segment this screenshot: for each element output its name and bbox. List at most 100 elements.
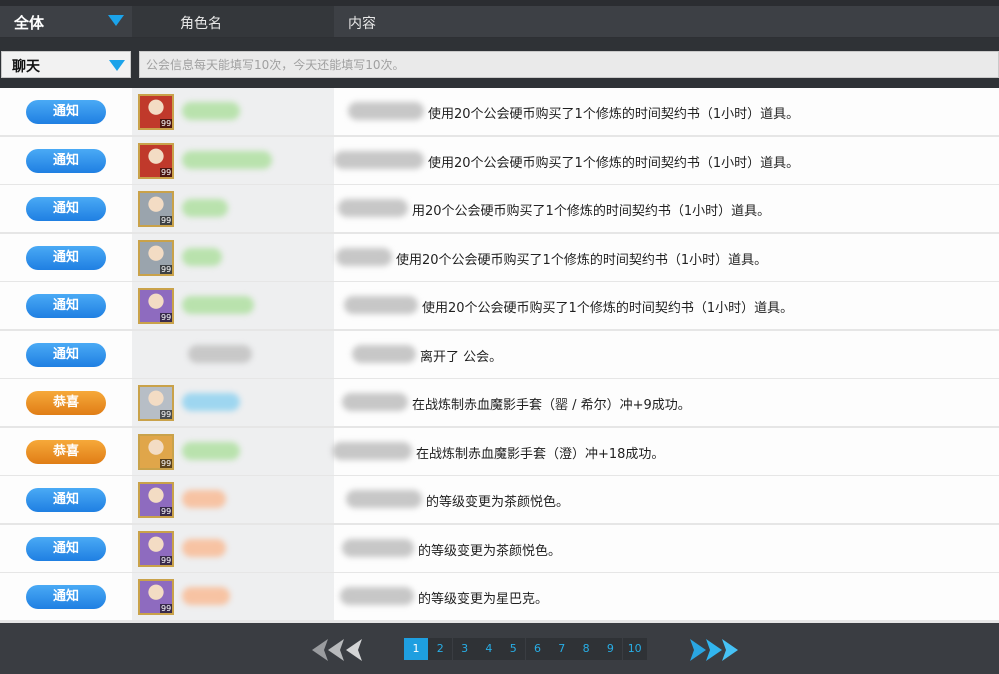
notice-badge: 通知	[26, 536, 106, 561]
type-cell: 通知	[0, 573, 132, 620]
name-cell: 99	[132, 282, 334, 329]
separator	[0, 38, 999, 50]
table-row: 通知 99 用20个公会硬币购买了1个修炼的时间契约书（1小时）道具。	[0, 185, 999, 232]
content-cell: 在战炼制赤血魔影手套（澄）冲+18成功。	[332, 428, 999, 475]
character-level: 99	[160, 410, 172, 419]
character-name-redacted[interactable]	[182, 393, 240, 411]
type-cell: 恭喜	[0, 428, 132, 475]
message-text: 使用20个公会硬币购买了1个修炼的时间契约书（1小时）道具。	[396, 252, 768, 268]
congrats-badge: 恭喜	[26, 391, 106, 415]
table-row: 恭喜 99 在战炼制赤血魔影手套（澄）冲+18成功。	[0, 427, 999, 475]
guild-message-input[interactable]	[139, 51, 999, 78]
content-cell: 使用20个公会硬币购买了1个修炼的时间契约书（1小时）道具。	[334, 137, 999, 184]
notice-badge: 通知	[26, 197, 106, 221]
character-avatar[interactable]: 99	[138, 433, 174, 470]
character-name-redacted[interactable]	[182, 247, 222, 266]
character-avatar[interactable]: 99	[138, 142, 174, 179]
notice-badge: 通知	[26, 585, 106, 609]
table-row: 通知 99 使用20个公会硬币购买了1个修炼的时间契约书（1小时）道具。	[0, 282, 999, 329]
content-cell: 的等级变更为星巴克。	[334, 573, 999, 620]
character-avatar[interactable]: 99	[138, 482, 174, 518]
player-name-redacted	[332, 441, 412, 460]
page-7-button[interactable]: 7	[549, 638, 574, 660]
name-cell: 99	[132, 427, 334, 475]
player-name-redacted	[334, 150, 424, 169]
message-text: 的等级变更为茶颜悦色。	[426, 495, 570, 510]
table-header: 全体 角色名 内容	[0, 6, 999, 38]
character-name-redacted[interactable]	[182, 441, 240, 460]
prev-page-icon[interactable]	[312, 639, 370, 661]
name-cell: 99	[132, 88, 334, 135]
content-cell: 使用20个公会硬币购买了1个修炼的时间契约书（1小时）道具。	[334, 88, 999, 135]
character-avatar[interactable]: 99	[138, 94, 174, 130]
table-row: 通知 99 使用20个公会硬币购买了1个修炼的时间契约书（1小时）道具。	[0, 136, 999, 184]
character-avatar[interactable]: 99	[138, 239, 174, 276]
type-filter-dropdown[interactable]: 全体	[0, 6, 132, 37]
character-name-redacted[interactable]	[188, 344, 252, 363]
character-level: 99	[160, 216, 172, 225]
type-cell: 通知	[0, 282, 132, 329]
character-name-redacted[interactable]	[182, 538, 226, 557]
type-cell: 通知	[0, 476, 132, 523]
character-name-redacted[interactable]	[182, 199, 228, 217]
character-name-redacted[interactable]	[182, 150, 272, 169]
page-9-button[interactable]: 9	[598, 638, 623, 660]
page-3-button[interactable]: 3	[452, 638, 477, 660]
notice-badge: 通知	[26, 342, 106, 367]
table-row: 通知 99 的等级变更为茶颜悦色。	[0, 524, 999, 572]
content-cell: 的等级变更为茶颜悦色。	[334, 476, 999, 523]
character-name-redacted[interactable]	[182, 296, 254, 314]
content-cell: 使用20个公会硬币购买了1个修炼的时间契约书（1小时）道具。	[334, 282, 999, 329]
player-name-redacted	[336, 247, 392, 266]
page-1-button[interactable]: 1	[404, 638, 428, 660]
notice-badge: 通知	[26, 100, 106, 124]
type-cell: 通知	[0, 88, 132, 135]
channel-label: 聊天	[12, 59, 40, 75]
channel-dropdown[interactable]: 聊天	[1, 51, 131, 78]
character-avatar[interactable]: 99	[138, 530, 174, 567]
character-avatar[interactable]: 99	[138, 288, 174, 324]
character-level: 99	[160, 167, 172, 177]
message-list: 通知 99 使用20个公会硬币购买了1个修炼的时间契约书（1小时）道具。 通知 99 使用…	[0, 88, 999, 623]
chat-bar: 聊天	[0, 50, 999, 80]
page-5-button[interactable]: 5	[501, 638, 526, 660]
type-cell: 通知	[0, 234, 132, 281]
next-page-icon[interactable]	[686, 639, 744, 661]
player-name-redacted	[346, 490, 422, 508]
page-8-button[interactable]: 8	[574, 638, 599, 660]
page-10-button[interactable]: 10	[622, 638, 647, 660]
pagination: 1 2 3 4 5 6 7 8 9 10	[0, 623, 999, 674]
message-text: 在战炼制赤血魔影手套（罂 / 希尔）冲+9成功。	[412, 398, 691, 413]
notice-badge: 通知	[26, 294, 106, 318]
player-name-redacted	[352, 344, 416, 363]
notice-badge: 通知	[26, 488, 106, 512]
character-avatar[interactable]: 99	[138, 385, 174, 421]
character-level: 99	[160, 604, 172, 613]
table-row: 通知 99 的等级变更为星巴克。	[0, 573, 999, 620]
content-cell: 的等级变更为茶颜悦色。	[334, 525, 999, 572]
character-avatar[interactable]: 99	[138, 191, 174, 227]
name-cell: 99	[132, 524, 334, 572]
name-cell: 99	[132, 379, 334, 426]
message-text: 使用20个公会硬币购买了1个修炼的时间契约书（1小时）道具。	[422, 301, 794, 316]
page-4-button[interactable]: 4	[476, 638, 501, 660]
character-avatar[interactable]: 99	[138, 579, 174, 615]
character-name-redacted[interactable]	[182, 490, 226, 508]
player-name-redacted	[342, 393, 408, 411]
column-header-content: 内容	[334, 6, 999, 37]
congrats-badge: 恭喜	[26, 439, 106, 464]
page-6-button[interactable]: 6	[525, 638, 550, 660]
column-header-name: 角色名	[132, 6, 334, 37]
message-text: 的等级变更为茶颜悦色。	[418, 543, 562, 559]
character-name-redacted[interactable]	[182, 587, 230, 605]
content-cell: 离开了 公会。	[334, 331, 999, 378]
character-name-redacted[interactable]	[182, 102, 240, 120]
type-cell: 通知	[0, 525, 132, 572]
page-2-button[interactable]: 2	[428, 638, 453, 660]
dropdown-arrow-icon	[108, 15, 124, 26]
table-row: 通知 离开了 公会。	[0, 330, 999, 378]
player-name-redacted	[342, 538, 414, 557]
table-row: 恭喜 99 在战炼制赤血魔影手套（罂 / 希尔）冲+9成功。	[0, 379, 999, 426]
type-cell: 恭喜	[0, 379, 132, 426]
column-header-name-label: 角色名	[180, 16, 222, 32]
